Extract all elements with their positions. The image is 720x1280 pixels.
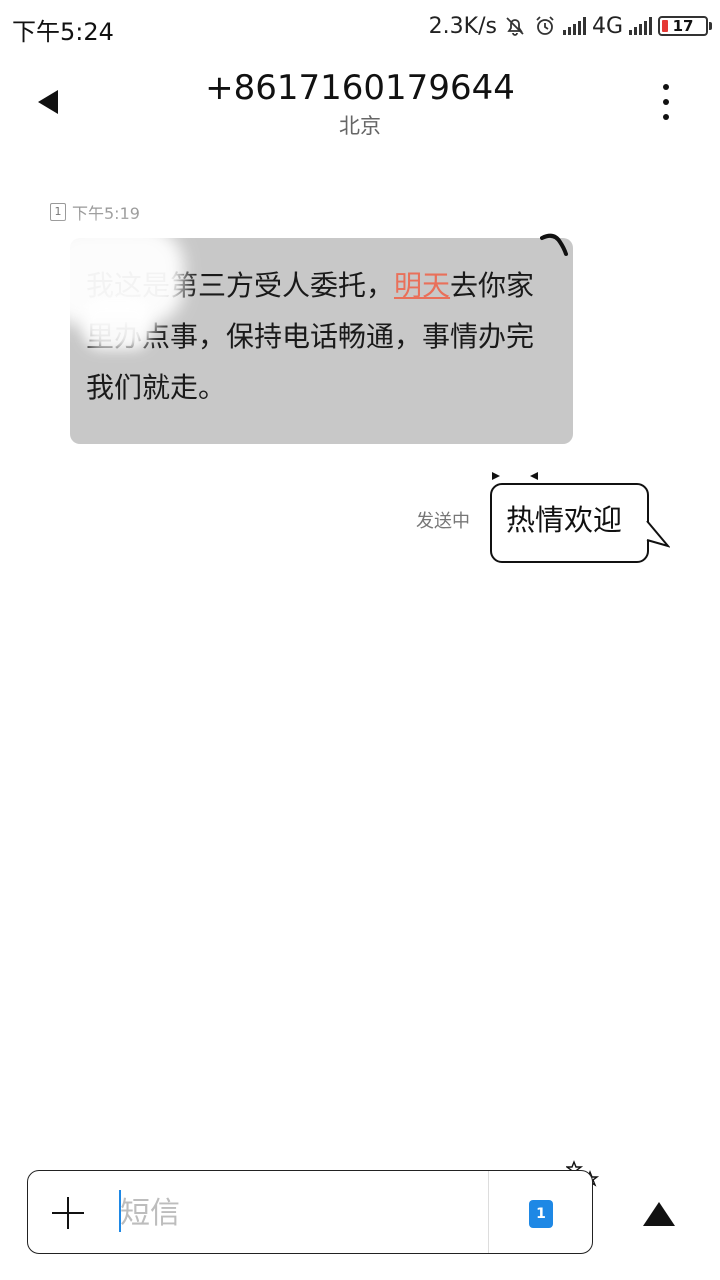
- battery-icon: 17: [658, 16, 712, 36]
- sim-select-button[interactable]: 1: [529, 1200, 553, 1228]
- composer-divider: [488, 1171, 489, 1253]
- message-input[interactable]: [120, 1183, 480, 1243]
- date-link[interactable]: 明天: [394, 269, 450, 302]
- net-speed: 2.3K/s: [428, 13, 497, 39]
- alarm-clock-icon: [536, 16, 554, 35]
- add-attachment-button[interactable]: [48, 1193, 88, 1233]
- bubble-decoration-icon: [540, 233, 568, 256]
- conversation-header: +8617160179644 北京: [0, 60, 720, 150]
- status-bar: 下午5:24 2.3K/s 4G 17: [0, 0, 720, 52]
- sim-card-icon: 1: [50, 203, 66, 221]
- network-type: 4G: [591, 13, 623, 39]
- contact-number: +8617160179644: [205, 68, 515, 108]
- send-arrow-icon: [643, 1202, 675, 1226]
- bubble-tail-icon: [646, 520, 670, 548]
- signal-strength-icon: [562, 17, 586, 35]
- incoming-message-time: 下午5:19: [72, 204, 140, 223]
- outgoing-message-bubble[interactable]: 热情欢迎: [490, 483, 649, 563]
- contact-location: 北京: [339, 114, 381, 138]
- sms-conversation-screen: 下午5:24 2.3K/s 4G 17 +8617160179644 北京 1 …: [0, 0, 720, 1280]
- outgoing-message-text: 热情欢迎: [506, 503, 623, 537]
- more-options-button[interactable]: [656, 84, 676, 120]
- bubble-ears-decoration: [492, 472, 538, 480]
- message-composer: 1: [27, 1170, 593, 1254]
- send-button[interactable]: [638, 1196, 680, 1232]
- battery-level: 17: [672, 17, 694, 35]
- sending-status: 发送中: [416, 511, 470, 532]
- obscured-area-2: [82, 300, 152, 350]
- muted-bell-icon: [506, 17, 524, 36]
- more-dots-icon: [663, 84, 669, 90]
- incoming-message-meta: 1 下午5:19: [50, 200, 140, 224]
- signal-strength-2-icon: [629, 17, 652, 35]
- status-icons: 2.3K/s 4G 17: [429, 10, 712, 42]
- status-time: 下午5:24: [12, 18, 114, 46]
